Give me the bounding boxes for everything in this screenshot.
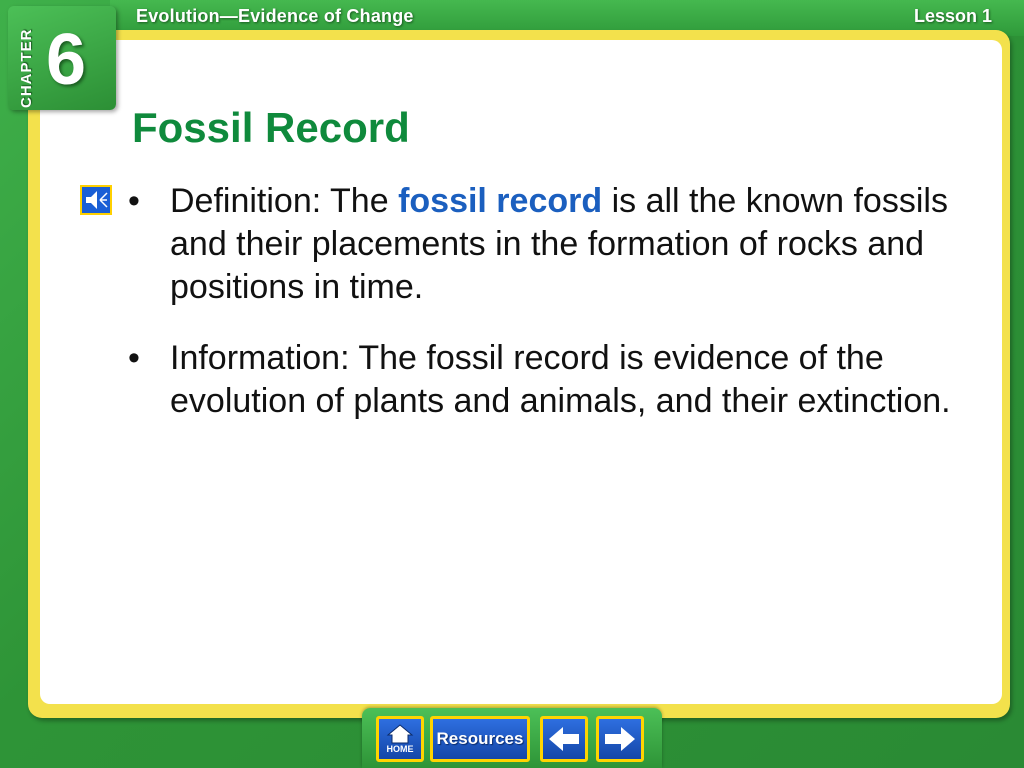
resources-button[interactable]: Resources xyxy=(430,716,530,762)
arrow-left-icon xyxy=(549,727,579,751)
definition-lead: Definition: The xyxy=(170,182,399,220)
header-title: Evolution—Evidence of Change xyxy=(136,6,414,26)
speaker-icon xyxy=(86,191,108,209)
bullet-definition: Definition: The fossil record is all the… xyxy=(128,180,958,309)
arrow-right-icon xyxy=(605,727,635,751)
home-label: HOME xyxy=(386,744,414,754)
home-button[interactable]: HOME xyxy=(376,716,424,762)
audio-button[interactable] xyxy=(80,185,112,215)
previous-button[interactable] xyxy=(540,716,588,762)
chapter-label: CHAPTER xyxy=(18,28,35,108)
bullet-information: Information: The fossil record is eviden… xyxy=(128,337,958,423)
chapter-number: 6 xyxy=(46,20,87,100)
key-term: fossil record xyxy=(398,182,603,220)
lesson-label: Lesson 1 xyxy=(913,6,992,26)
chapter-badge: CHAPTER 6 xyxy=(8,6,116,110)
slide-title: Fossil Record xyxy=(132,104,410,151)
house-icon xyxy=(386,724,414,744)
bullet-list: Definition: The fossil record is all the… xyxy=(128,180,958,451)
next-button[interactable] xyxy=(596,716,644,762)
